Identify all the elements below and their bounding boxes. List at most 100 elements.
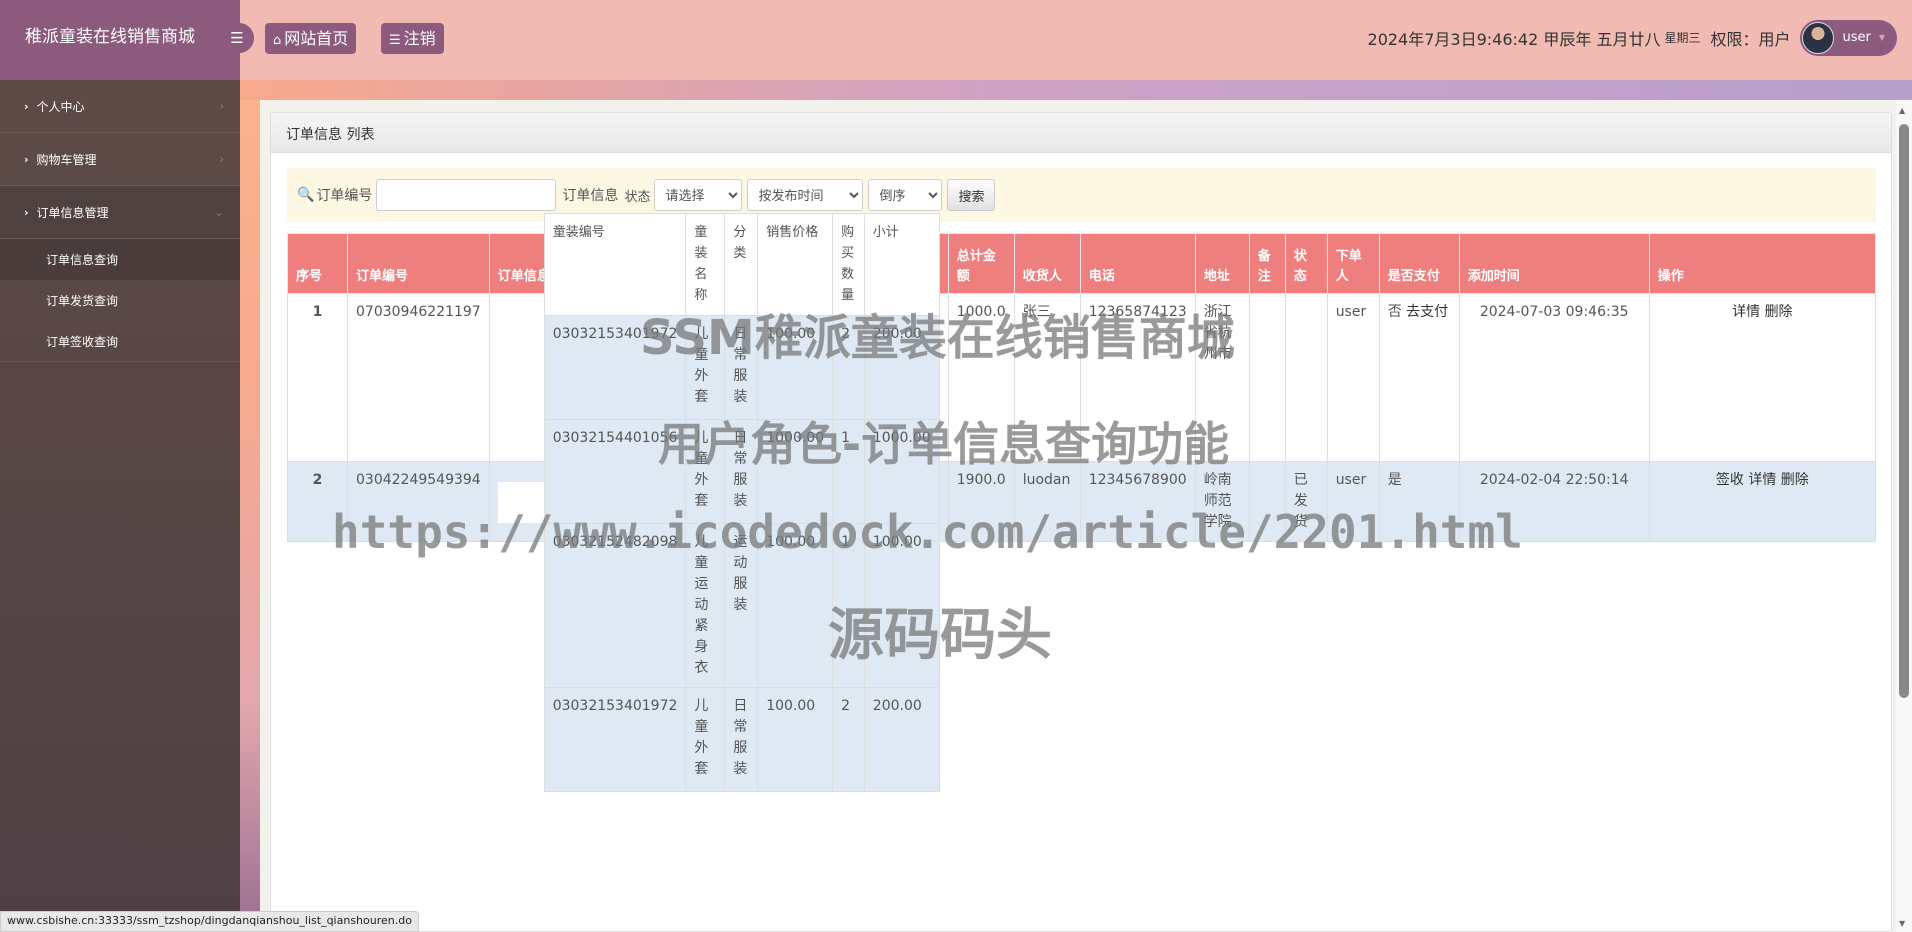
sidebar-item-order-management[interactable]: › 订单信息管理 ⌄ [0, 186, 240, 239]
row-actions: 签收 详情 删除 [1648, 461, 1877, 542]
row-paid: 否 去支付 [1378, 293, 1460, 462]
item-price: 100.00 [757, 687, 834, 792]
item-qty: 2 [832, 315, 865, 420]
sort-order-select[interactable]: 倒序 [868, 179, 943, 211]
item-category: 运动服装 [724, 523, 759, 688]
table-row: 1 07030946221197 童装编号 童装名称 分类 销售价格 购买数量 … [287, 233, 1877, 462]
sidebar-item-label: 个人中心 [36, 99, 85, 114]
order-no-input[interactable] [376, 179, 557, 211]
col-index: 序号 [287, 233, 348, 294]
col-orderer: 下单人 [1326, 233, 1380, 294]
chevron-right-icon: › [24, 152, 29, 166]
home-button-label: 网站首页 [284, 29, 349, 48]
delete-link[interactable]: 删除 [1765, 304, 1793, 320]
chevron-right-icon: › [219, 99, 224, 113]
scroll-down-icon[interactable]: ▼ [1899, 919, 1905, 928]
delete-link[interactable]: 删除 [1781, 472, 1809, 488]
row-created: 2024-02-04 22:50:14 [1458, 461, 1650, 542]
row-total: 1900.0 [947, 461, 1015, 542]
col-remark: 备注 [1248, 233, 1286, 294]
col-created: 添加时间 [1458, 233, 1650, 294]
orders-table: 序号 订单编号 订单信息 总计金额 收货人 电话 地址 备注 状态 下单人 是否… [287, 213, 1877, 792]
row-remark [1248, 293, 1286, 462]
col-phone: 电话 [1079, 233, 1196, 294]
item-price: 100.00 [757, 315, 834, 420]
search-bar: 🔍 订单编号 订单信息 状态 请选择 按发布时间 倒序 搜索 [287, 168, 1876, 222]
row-orderer: user [1326, 461, 1380, 542]
order-items-table: 童装编号 童装名称 分类 销售价格 购买数量 小计 03032153401972… [497, 213, 940, 792]
scroll-up-icon[interactable]: ▲ [1899, 106, 1905, 115]
detail-link[interactable]: 详情 [1732, 304, 1760, 320]
datetime: 2024年7月3日9:46:42 甲辰年 五月廿八 [1367, 29, 1661, 49]
col-actions: 操作 [1648, 233, 1877, 294]
item-code: 03032152482098 [543, 523, 687, 688]
chevron-right-icon: › [24, 205, 29, 219]
status-select[interactable]: 请选择 [654, 179, 743, 211]
scrollbar-thumb[interactable] [1899, 124, 1909, 698]
item-subtotal: 200.00 [863, 315, 940, 420]
search-button[interactable]: 搜索 [947, 179, 996, 211]
row-phone: 12345678900 [1079, 461, 1196, 542]
paid-status: 是 [1387, 472, 1402, 488]
item-price: 100.00 [757, 523, 834, 688]
col-paid: 是否支付 [1378, 233, 1460, 294]
chevron-down-icon: ⌄ [213, 205, 224, 219]
row-created: 2024-07-03 09:46:35 [1458, 293, 1650, 462]
detail-link[interactable]: 详情 [1748, 472, 1776, 488]
paid-status: 否 [1387, 304, 1402, 320]
menu-toggle-button[interactable]: ☰ [220, 23, 254, 53]
table-header-row: 序号 订单编号 订单信息 总计金额 收货人 电话 地址 备注 状态 下单人 是否… [287, 233, 1877, 294]
search-icon: 🔍 [297, 187, 315, 203]
pay-link[interactable]: 去支付 [1406, 304, 1448, 320]
col-order-no: 订单编号 [347, 233, 490, 294]
row-phone: 12365874123 [1079, 293, 1196, 462]
vertical-scrollbar[interactable]: ▲ ▼ [1896, 100, 1912, 932]
username: user [1842, 30, 1871, 45]
order-list-panel: 订单信息 列表 🔍 订单编号 订单信息 状态 请选择 按发布时间 倒序 搜索 序… [270, 112, 1892, 932]
row-index: 1 [287, 293, 348, 462]
home-icon: ⌂ [273, 33, 282, 48]
order-info-label: 订单信息 [562, 188, 619, 204]
sidebar-item-label: 购物车管理 [36, 152, 97, 167]
item-price: 1000.00 [757, 419, 834, 524]
item-name: 儿童外套 [685, 687, 726, 792]
caret-down-icon: ▼ [1878, 33, 1885, 42]
row-order-no: 07030946221197 [347, 293, 490, 462]
sidebar-subitem-order-query[interactable]: 订单信息查询 [0, 239, 240, 280]
chevron-right-icon: › [24, 99, 29, 113]
order-no-label: 订单编号 [316, 188, 373, 204]
sidebar-item-personal-center[interactable]: › 个人中心 › [0, 80, 240, 133]
role-label: 权限：用户 [1710, 29, 1791, 49]
item-code: 03032153401972 [543, 687, 687, 792]
weekday: 星期三 [1664, 31, 1701, 45]
user-menu[interactable]: user ▼ [1800, 19, 1897, 56]
sub-col-code: 童装编号 [543, 213, 687, 316]
sidebar-subitem-shipping-query[interactable]: 订单发货查询 [0, 280, 240, 321]
row-status [1284, 293, 1328, 462]
sidebar-item-label: 订单信息管理 [36, 205, 109, 220]
item-subtotal: 200.00 [863, 687, 940, 792]
item-subtotal: 1000.00 [863, 419, 940, 524]
row-status: 已发货 [1284, 461, 1328, 542]
home-button[interactable]: ⌂ 网站首页 [265, 23, 357, 54]
sidebar-item-cart-management[interactable]: › 购物车管理 › [0, 133, 240, 186]
item-qty: 2 [832, 687, 865, 792]
sub-row: 03032154401056 儿童外套 日常服装 1000.00 1 1000.… [543, 419, 940, 524]
bars-icon: ☰ [230, 29, 244, 47]
sub-col-qty: 购买数量 [832, 213, 865, 316]
receive-link[interactable]: 签收 [1716, 472, 1744, 488]
item-category: 日常服装 [724, 419, 759, 524]
row-receiver: luodan [1013, 461, 1081, 542]
sort-field-select[interactable]: 按发布时间 [747, 179, 864, 211]
logout-button[interactable]: ☰ 注销 [381, 23, 444, 54]
sidebar-subitem-receipt-query[interactable]: 订单签收查询 [0, 321, 240, 362]
col-address: 地址 [1194, 233, 1250, 294]
item-category: 日常服装 [724, 687, 759, 792]
sub-col-subtotal: 小计 [863, 213, 940, 316]
bars-icon: ☰ [389, 33, 401, 48]
panel-title: 订单信息 列表 [271, 113, 1891, 153]
row-address: 浙江省杭州市 [1194, 293, 1250, 462]
row-order-no: 03042249549394 [347, 461, 490, 542]
avatar [1802, 21, 1835, 54]
status-label: 状态 [624, 189, 651, 205]
